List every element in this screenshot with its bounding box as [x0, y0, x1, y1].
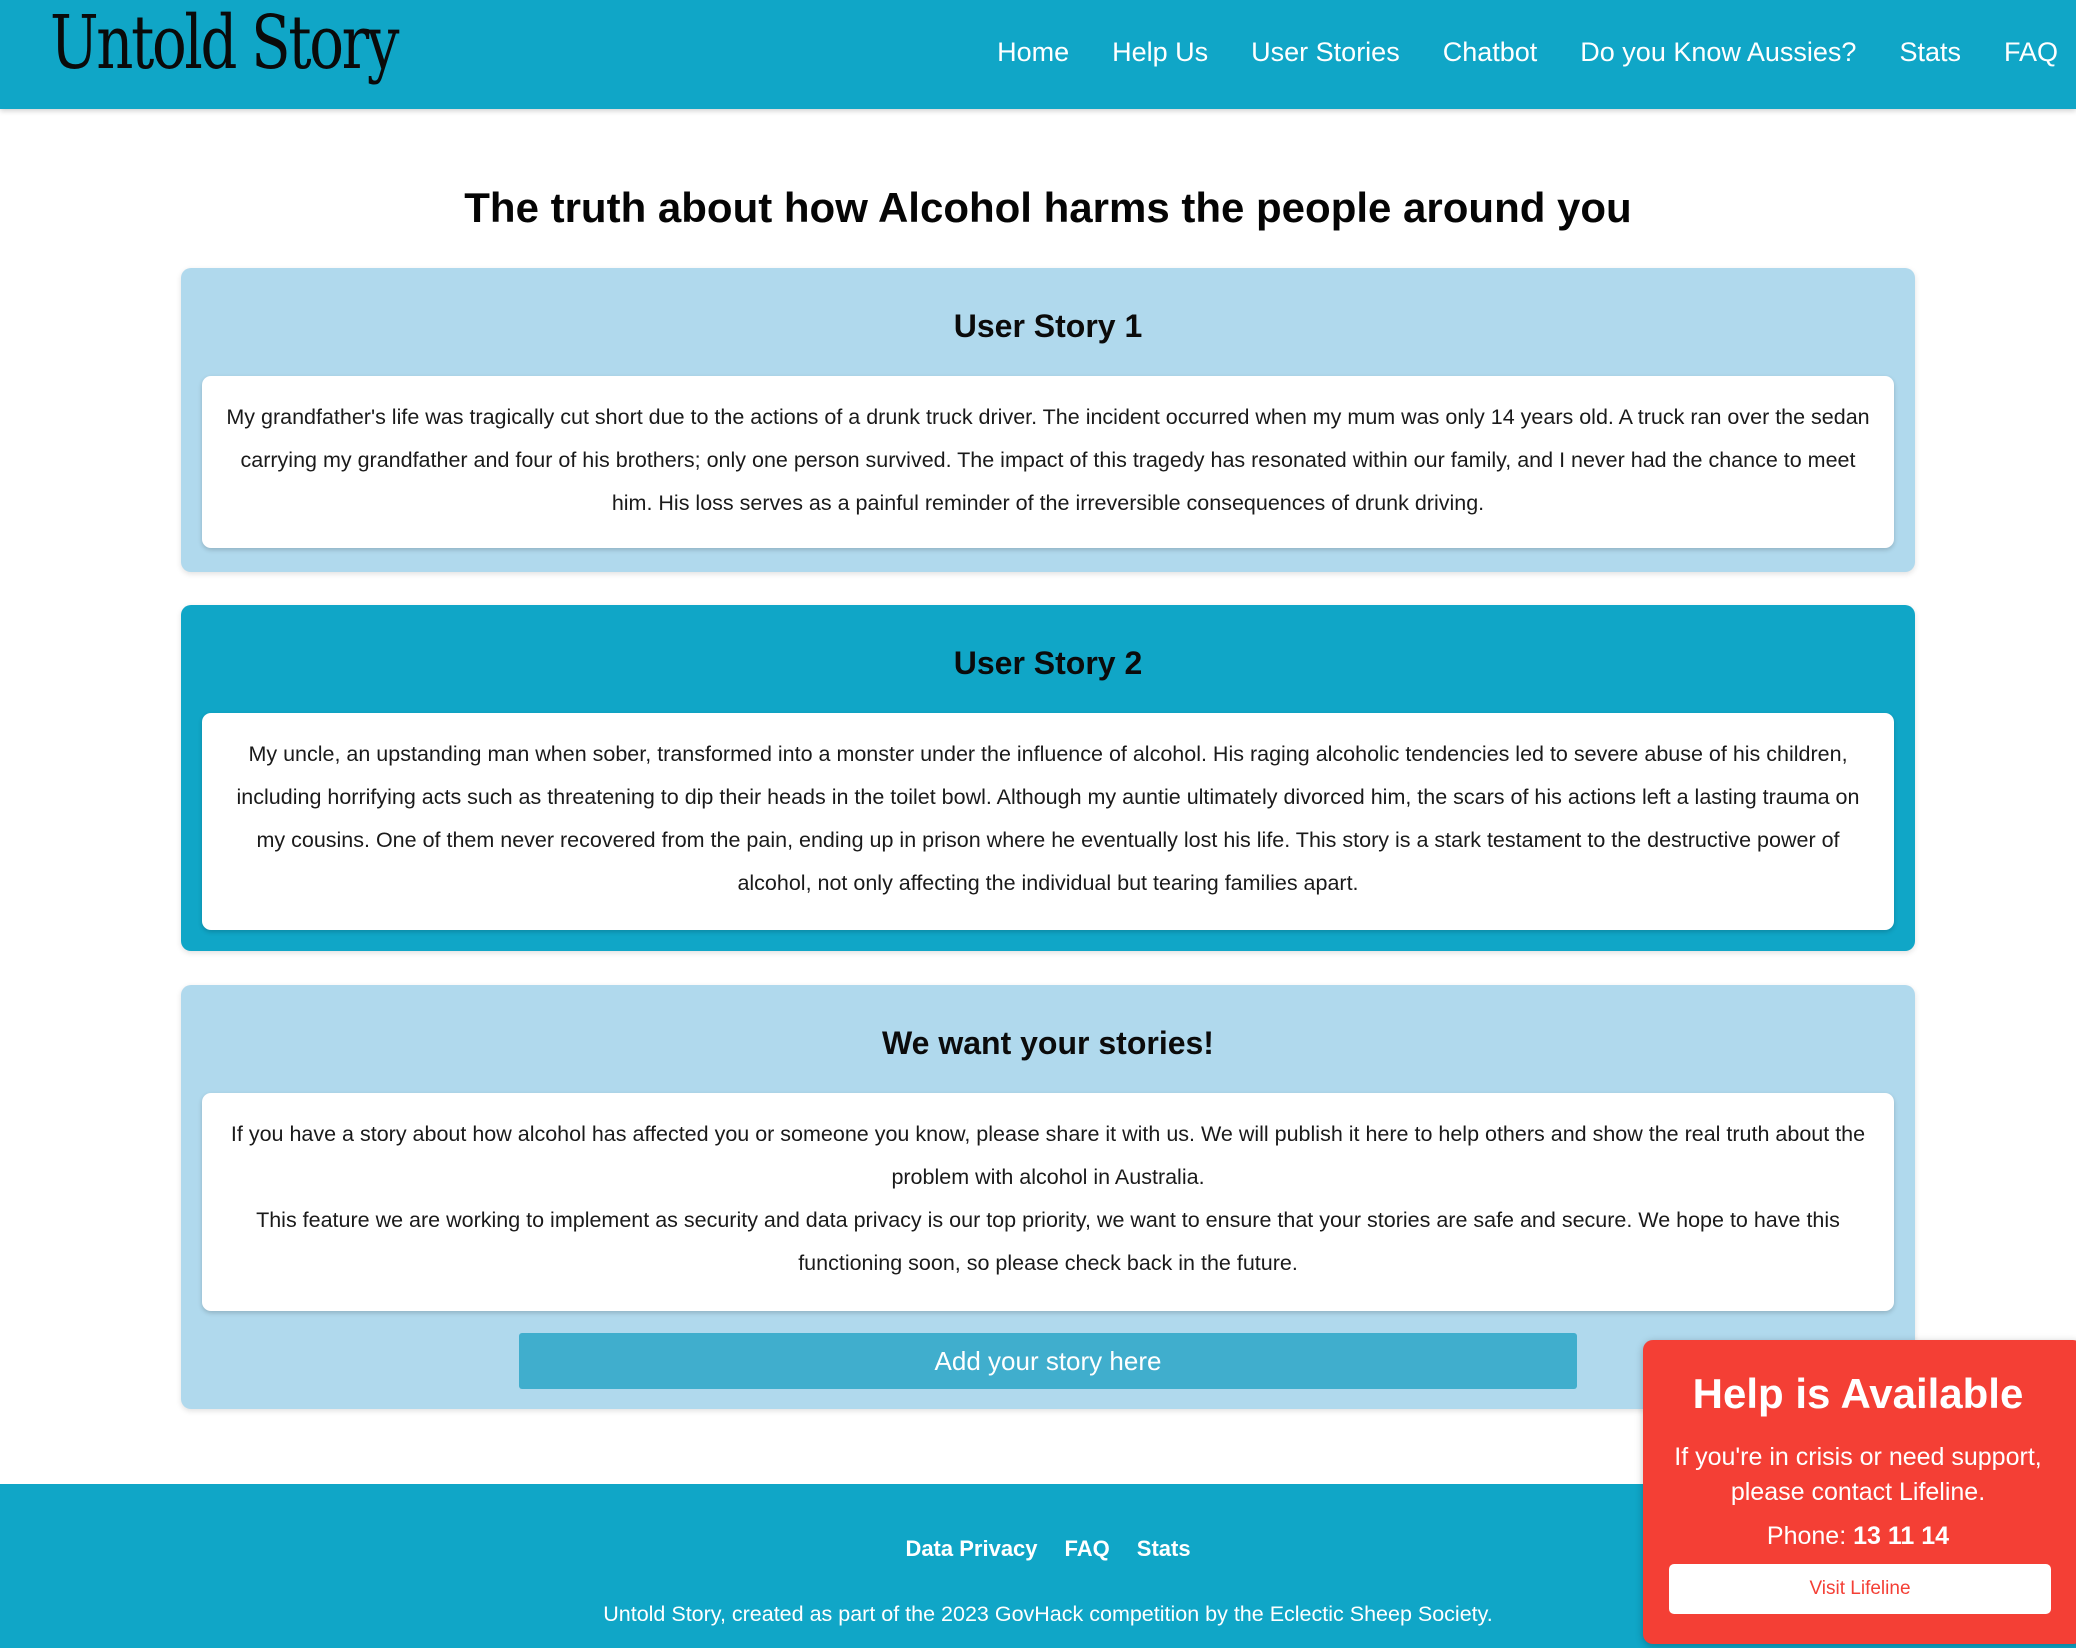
add-story-button[interactable]: Add your story here [519, 1333, 1577, 1389]
help-phone-number[interactable]: 13 11 14 [1853, 1522, 1949, 1550]
footer-link-stats[interactable]: Stats [1137, 1536, 1191, 1562]
footer-link-data-privacy[interactable]: Data Privacy [905, 1536, 1037, 1562]
share-story-body: If you have a story about how alcohol ha… [202, 1093, 1894, 1311]
story-title-1: User Story 1 [953, 308, 1143, 344]
footer-link-faq[interactable]: FAQ [1065, 1536, 1110, 1562]
nav-chatbot[interactable]: Chatbot [1443, 37, 1538, 68]
nav-help-us[interactable]: Help Us [1112, 37, 1208, 68]
story-text-1: My grandfather's life was tragically cut… [226, 405, 1870, 515]
help-phone-label: Phone: [1766, 1522, 1847, 1550]
help-phone: Phone: 13 11 14 [1643, 1522, 2073, 1551]
site-header: Untold Story Home Help Us User Stories C… [0, 0, 2076, 109]
story-card-2: User Story 2 My uncle, an upstanding man… [181, 605, 1915, 951]
nav-do-you-know-aussies[interactable]: Do you Know Aussies? [1580, 37, 1856, 68]
help-text: If you're in crisis or need support, ple… [1674, 1443, 2042, 1506]
nav-stats[interactable]: Stats [1899, 37, 1961, 68]
nav-home[interactable]: Home [997, 37, 1069, 68]
share-story-text-1: If you have a story about how alcohol ha… [230, 1122, 1866, 1189]
nav-user-stories[interactable]: User Stories [1251, 37, 1400, 68]
help-popup: Help is Available If you're in crisis or… [1643, 1340, 2076, 1644]
story-body-1: My grandfather's life was tragically cut… [202, 376, 1894, 548]
main-nav: Home Help Us User Stories Chatbot Do you… [997, 0, 2058, 104]
share-story-text-2: This feature we are working to implement… [256, 1208, 1840, 1275]
nav-faq[interactable]: FAQ [2004, 37, 2058, 68]
site-logo[interactable]: Untold Story [50, 6, 399, 80]
help-title: Help is Available [1692, 1370, 2024, 1417]
page-title: The truth about how Alcohol harms the pe… [464, 184, 1632, 231]
story-body-2: My uncle, an upstanding man when sober, … [202, 713, 1894, 930]
share-story-title: We want your stories! [882, 1025, 1214, 1061]
story-text-2: My uncle, an upstanding man when sober, … [236, 742, 1860, 895]
visit-lifeline-button[interactable]: Visit Lifeline [1669, 1564, 2051, 1614]
story-card-1: User Story 1 My grandfather's life was t… [181, 268, 1915, 572]
story-title-2: User Story 2 [953, 645, 1143, 681]
